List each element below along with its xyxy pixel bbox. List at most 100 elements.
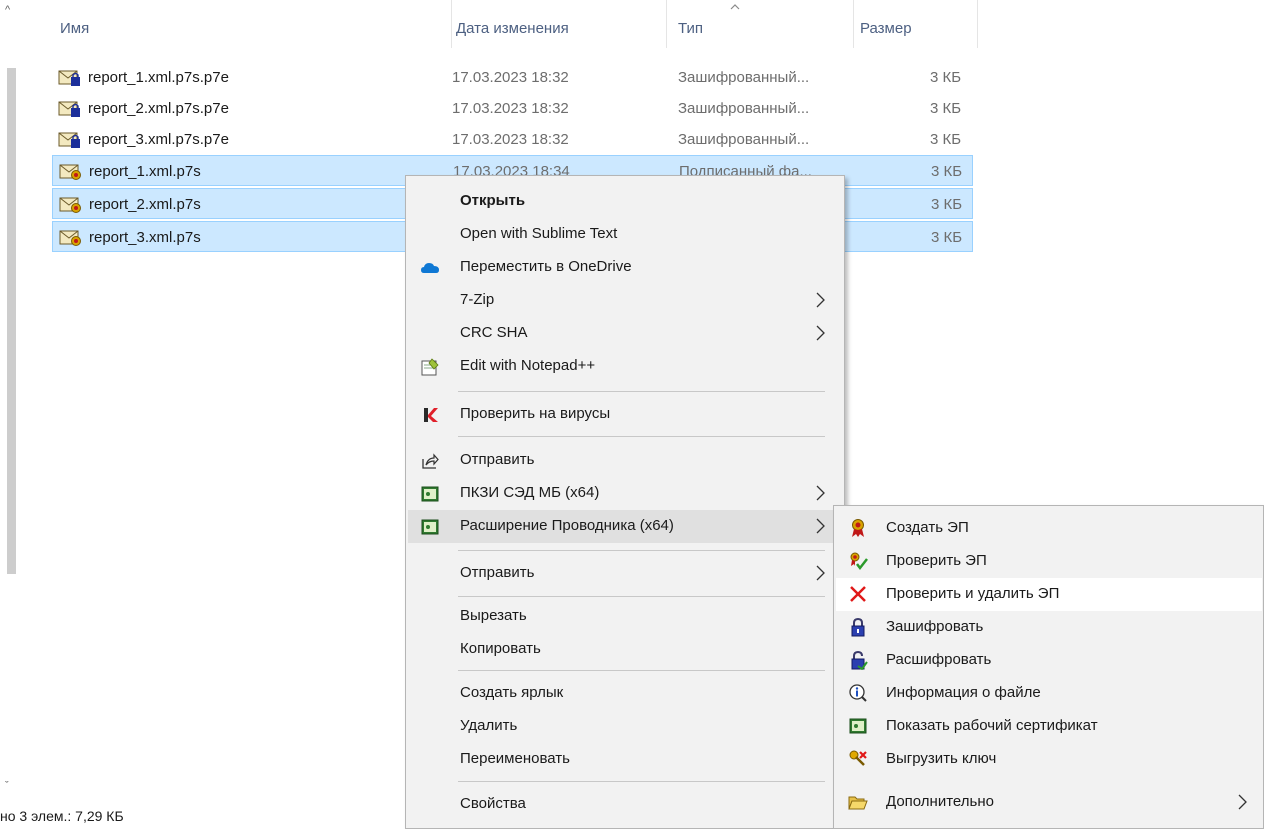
export-key-icon bbox=[849, 750, 867, 766]
menu-item-delete[interactable]: Удалить bbox=[408, 710, 842, 743]
context-menu: Открыть Open with Sublime Text Перемести… bbox=[405, 175, 845, 829]
unlock-icon bbox=[851, 650, 868, 670]
menu-separator bbox=[458, 550, 825, 551]
menu-item-copy[interactable]: Копировать bbox=[408, 633, 842, 666]
menu-separator bbox=[458, 391, 825, 392]
menu-item-explorer-extension-label: Расширение Проводника (x64) bbox=[460, 517, 674, 534]
column-header-name-label: Имя bbox=[60, 20, 90, 37]
chevron-right-icon bbox=[816, 292, 825, 308]
submenu-item-more-label: Дополнительно bbox=[886, 793, 994, 810]
menu-item-open-sublime-label: Open with Sublime Text bbox=[460, 225, 618, 242]
submenu-item-more[interactable]: Дополнительно bbox=[836, 786, 1262, 819]
file-name: report_3.xml.p7s bbox=[89, 229, 201, 246]
encrypted-mail-icon bbox=[58, 70, 80, 86]
menu-item-open-sublime[interactable]: Open with Sublime Text bbox=[408, 218, 842, 251]
menu-item-share[interactable]: Отправить bbox=[408, 444, 842, 477]
file-size: 3 КБ bbox=[931, 229, 963, 246]
signed-mail-icon bbox=[59, 230, 81, 246]
status-bar-text: но 3 элем.: 7,29 КБ bbox=[0, 808, 124, 824]
column-header-date[interactable]: Дата изменения bbox=[452, 0, 667, 48]
file-row[interactable]: report_3.xml.p7s.p7e 17.03.2023 18:32 Заши… bbox=[52, 124, 973, 155]
submenu-item-create-signature[interactable]: Создать ЭП bbox=[836, 512, 1262, 545]
submenu-item-show-certificate[interactable]: Показать рабочий сертификат bbox=[836, 710, 1262, 743]
menu-item-virus-scan[interactable]: Проверить на вирусы bbox=[408, 398, 842, 431]
file-size: 3 КБ bbox=[931, 196, 963, 213]
menu-item-create-shortcut[interactable]: Создать ярлык bbox=[408, 677, 842, 710]
menu-separator bbox=[458, 670, 825, 671]
vertical-scrollbar[interactable]: ^ ˇ bbox=[0, 0, 22, 800]
menu-item-crc-sha[interactable]: CRC SHA bbox=[408, 317, 842, 350]
file-date: 17.03.2023 18:32 bbox=[452, 100, 569, 117]
menu-separator bbox=[458, 781, 825, 782]
chevron-right-icon bbox=[816, 518, 825, 534]
menu-item-7zip-label: 7-Zip bbox=[460, 291, 495, 308]
menu-item-notepad-label: Edit with Notepad++ bbox=[460, 357, 596, 374]
column-header-size[interactable]: Размер bbox=[854, 0, 978, 48]
chevron-right-icon bbox=[816, 565, 825, 581]
certificate-icon bbox=[421, 519, 439, 535]
file-type: Зашифрованный... bbox=[678, 69, 810, 86]
submenu-item-decrypt[interactable]: Расшифровать bbox=[836, 644, 1262, 677]
chevron-right-icon bbox=[816, 485, 825, 501]
certificate-icon bbox=[849, 718, 867, 734]
file-size: 3 КБ bbox=[930, 100, 962, 117]
certificate-icon bbox=[421, 486, 439, 502]
chevron-right-icon bbox=[1238, 794, 1247, 810]
file-type: Зашифрованный... bbox=[678, 131, 810, 148]
scrollbar-thumb[interactable] bbox=[7, 68, 16, 574]
submenu-item-show-certificate-label: Показать рабочий сертификат bbox=[886, 717, 1098, 734]
file-date: 17.03.2023 18:32 bbox=[452, 69, 569, 86]
submenu-item-export-key[interactable]: Выгрузить ключ bbox=[836, 743, 1262, 776]
menu-separator bbox=[458, 596, 825, 597]
file-size: 3 КБ bbox=[931, 163, 963, 180]
submenu-item-decrypt-label: Расшифровать bbox=[886, 651, 992, 668]
menu-item-delete-label: Удалить bbox=[460, 717, 518, 734]
file-row[interactable]: report_1.xml.p7s.p7e 17.03.2023 18:32 Заши… bbox=[52, 62, 973, 93]
menu-item-rename[interactable]: Переименовать bbox=[408, 743, 842, 776]
menu-item-cut[interactable]: Вырезать bbox=[408, 600, 842, 633]
file-type: Зашифрованный... bbox=[678, 100, 810, 117]
menu-item-send-to[interactable]: Отправить bbox=[408, 557, 842, 590]
file-name: report_3.xml.p7s.p7e bbox=[88, 131, 229, 148]
menu-item-onedrive[interactable]: Переместить в OneDrive bbox=[408, 251, 842, 284]
menu-item-explorer-extension[interactable]: Расширение Проводника (x64) bbox=[408, 510, 842, 543]
menu-item-open[interactable]: Открыть bbox=[408, 185, 842, 218]
kaspersky-icon bbox=[424, 408, 438, 422]
submenu-item-verify-signature[interactable]: Проверить ЭП bbox=[836, 545, 1262, 578]
remove-signature-icon bbox=[850, 586, 866, 602]
info-magnifier-icon bbox=[849, 684, 867, 702]
submenu-item-verify-remove-signature[interactable]: Проверить и удалить ЭП bbox=[836, 578, 1262, 611]
menu-item-cut-label: Вырезать bbox=[460, 607, 527, 624]
encrypted-mail-icon bbox=[58, 132, 80, 148]
menu-item-7zip[interactable]: 7-Zip bbox=[408, 284, 842, 317]
explorer-extension-submenu: Создать ЭП Проверить ЭП Проверить и удал… bbox=[833, 505, 1264, 829]
submenu-item-encrypt[interactable]: Зашифровать bbox=[836, 611, 1262, 644]
onedrive-cloud-icon bbox=[421, 263, 439, 273]
menu-item-rename-label: Переименовать bbox=[460, 750, 570, 767]
file-row[interactable]: report_2.xml.p7s.p7e 17.03.2023 18:32 Заши… bbox=[52, 93, 973, 124]
scroll-down-icon[interactable]: ˇ bbox=[5, 780, 9, 792]
sort-ascending-icon bbox=[730, 4, 740, 10]
column-header-name[interactable]: Имя bbox=[52, 0, 452, 48]
menu-item-create-shortcut-label: Создать ярлык bbox=[460, 684, 564, 701]
file-date: 17.03.2023 18:32 bbox=[452, 131, 569, 148]
submenu-item-file-info[interactable]: Информация о файле bbox=[836, 677, 1262, 710]
scroll-up-icon[interactable]: ^ bbox=[5, 4, 10, 16]
menu-item-properties[interactable]: Свойства bbox=[408, 788, 842, 821]
menu-item-share-label: Отправить bbox=[460, 451, 535, 468]
submenu-item-file-info-label: Информация о файле bbox=[886, 684, 1041, 701]
submenu-item-encrypt-label: Зашифровать bbox=[886, 618, 984, 635]
menu-item-crc-sha-label: CRC SHA bbox=[460, 324, 528, 341]
column-header-size-label: Размер bbox=[860, 20, 912, 37]
menu-item-pkzi[interactable]: ПКЗИ СЭД МБ (x64) bbox=[408, 477, 842, 510]
file-name: report_2.xml.p7s.p7e bbox=[88, 100, 229, 117]
column-header-type[interactable]: Тип bbox=[667, 0, 854, 48]
menu-item-virus-scan-label: Проверить на вирусы bbox=[460, 405, 611, 422]
submenu-item-verify-signature-label: Проверить ЭП bbox=[886, 552, 987, 569]
column-header-date-label: Дата изменения bbox=[456, 20, 569, 37]
chevron-right-icon bbox=[816, 325, 825, 341]
menu-item-notepad[interactable]: Edit with Notepad++ bbox=[408, 350, 842, 383]
menu-item-pkzi-label: ПКЗИ СЭД МБ (x64) bbox=[460, 484, 600, 501]
file-name: report_1.xml.p7s bbox=[89, 163, 201, 180]
file-size: 3 КБ bbox=[930, 131, 962, 148]
